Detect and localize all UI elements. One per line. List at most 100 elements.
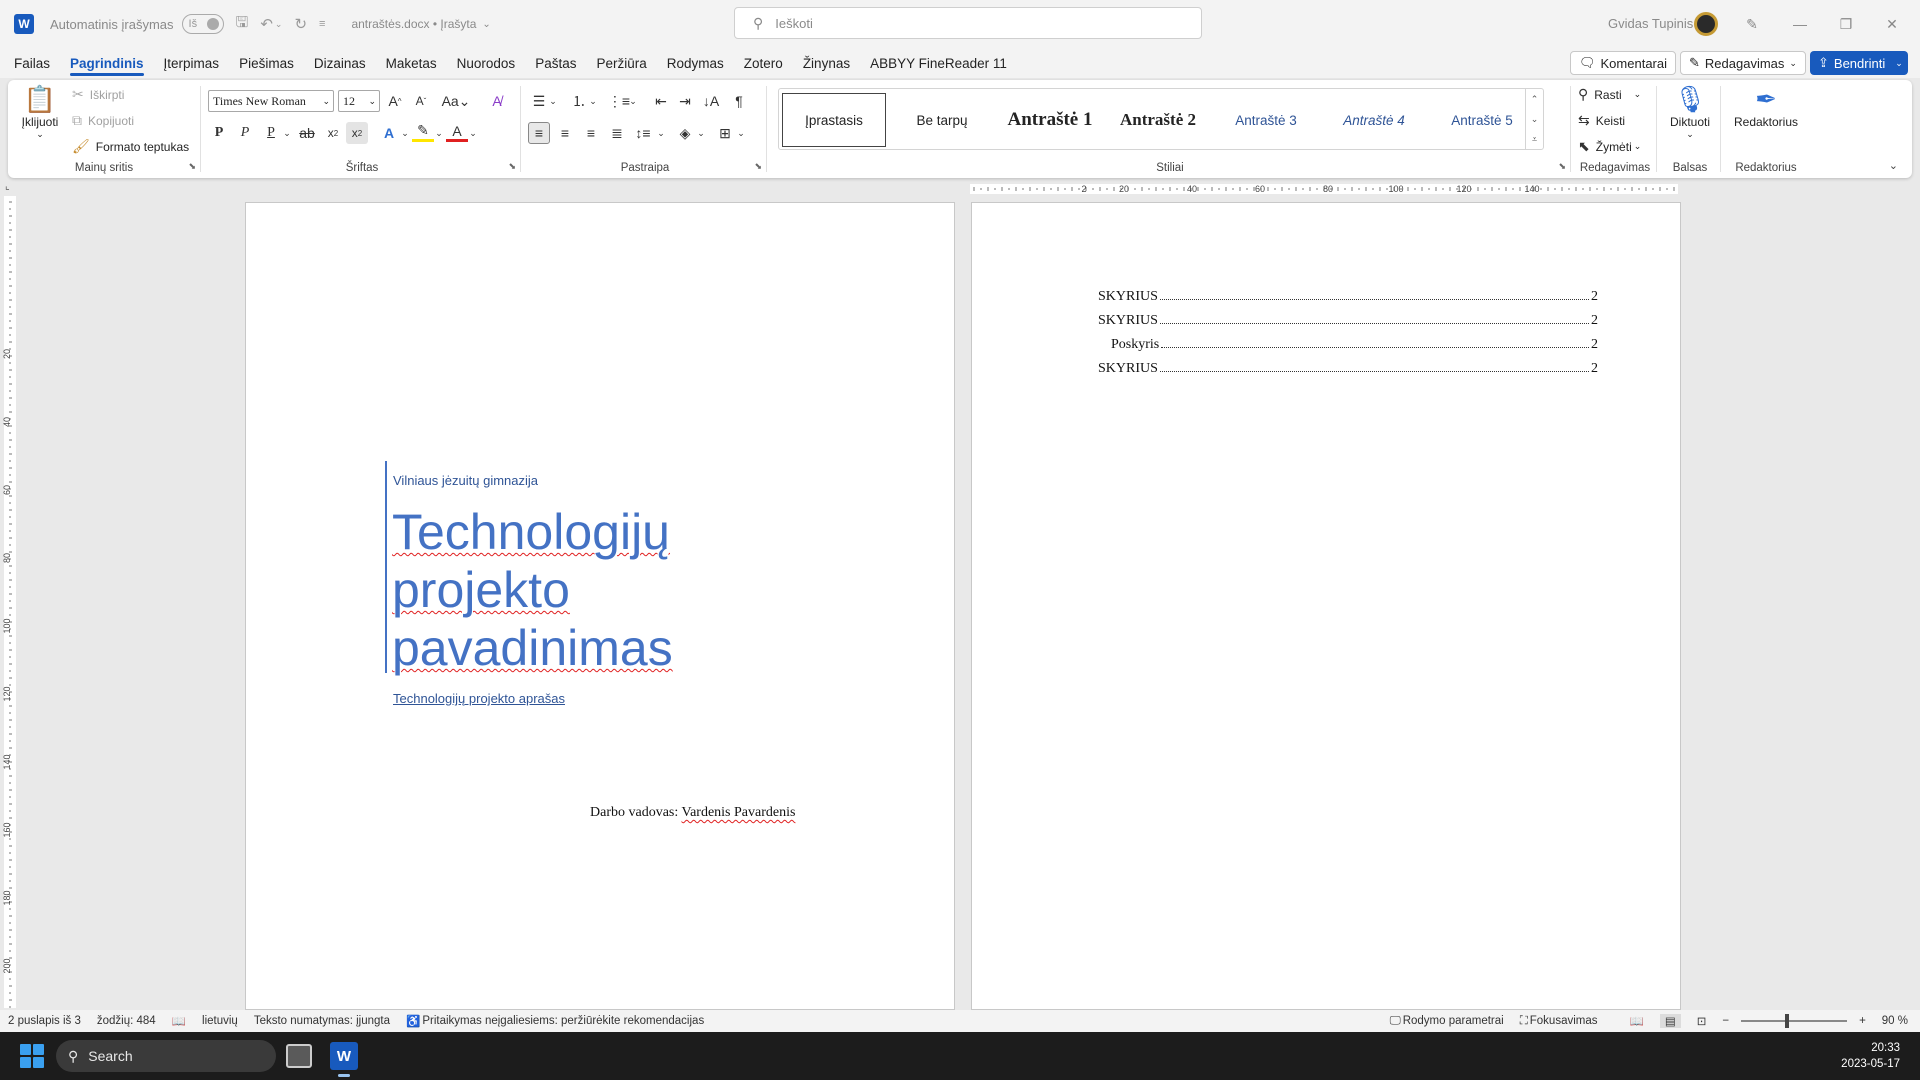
find-button[interactable]: ⚲ Rasti ⌄: [1578, 86, 1641, 103]
dictate-button[interactable]: 🎙 Diktuoti ⌄: [1664, 84, 1716, 140]
show-formatting-icon[interactable]: ¶: [728, 90, 750, 112]
undo-dropdown-icon[interactable]: ⌄: [275, 19, 283, 30]
minimize-button[interactable]: —: [1778, 10, 1822, 38]
subscript-icon[interactable]: x2: [322, 122, 344, 144]
display-settings[interactable]: Rodymo parametrai: [1403, 1015, 1504, 1027]
strikethrough-icon[interactable]: ab: [296, 122, 318, 144]
more-styles-icon[interactable]: ⩡: [1532, 134, 1537, 145]
style-heading-3[interactable]: Antraštė 3: [1214, 93, 1318, 147]
justify-icon[interactable]: ≣: [606, 122, 628, 144]
word-count[interactable]: žodžių: 484: [97, 1015, 156, 1027]
zoom-level[interactable]: 90 %: [1882, 1015, 1908, 1027]
chevron-down-icon[interactable]: ⌄: [650, 122, 672, 144]
word-taskbar-icon[interactable]: W: [330, 1042, 358, 1070]
scroll-down-icon[interactable]: ⌄: [1531, 114, 1539, 125]
font-size-select[interactable]: 12 ⌄: [338, 90, 380, 112]
chevron-down-icon[interactable]: ⌄: [542, 90, 564, 112]
search-input[interactable]: ⚲ Ieškoti: [734, 7, 1202, 39]
chevron-down-icon[interactable]: ⌄: [730, 122, 752, 144]
style-normal[interactable]: Įprastasis: [782, 93, 886, 147]
sort-icon[interactable]: ↓A: [700, 90, 722, 112]
share-button[interactable]: ⇪ Bendrinti ⌄: [1810, 51, 1908, 75]
clear-formatting-icon[interactable]: A̸: [486, 90, 508, 112]
tab-selector-icon[interactable]: ⌞: [5, 181, 10, 192]
project-subtitle[interactable]: Technologijų projekto aprašas: [393, 691, 565, 706]
document-title[interactable]: antraštės.docx • Įrašyta: [351, 17, 476, 31]
pen-icon[interactable]: ✎: [1730, 10, 1774, 38]
change-case-icon[interactable]: Aa⌄: [440, 90, 472, 112]
web-layout-icon[interactable]: ⊡: [1697, 1014, 1707, 1028]
dialog-launcher-icon[interactable]: ⬊: [754, 161, 762, 172]
supervisor-line[interactable]: Darbo vadovas: Vardenis Pavardenis: [590, 805, 795, 821]
zoom-slider[interactable]: [1741, 1014, 1848, 1028]
toc-entry[interactable]: Poskyris 2: [1111, 337, 1598, 353]
read-mode-icon[interactable]: 📖: [1630, 1014, 1644, 1028]
toc-entry[interactable]: SKYRIUS 2: [1098, 313, 1598, 329]
user-name[interactable]: Gvidas Tupinis: [1608, 16, 1693, 31]
tab-mailings[interactable]: Paštas: [535, 48, 576, 78]
chevron-down-icon[interactable]: ⌄: [462, 122, 484, 144]
system-clock[interactable]: 20:33 2023-05-17: [1841, 1040, 1900, 1072]
grow-font-icon[interactable]: A ^: [384, 90, 406, 112]
vertical-ruler[interactable]: 20 40 60 80 100 120 140 160 180 200: [0, 196, 22, 1008]
decrease-indent-icon[interactable]: ⇤: [650, 90, 672, 112]
tab-insert[interactable]: Įterpimas: [164, 48, 220, 78]
tab-home[interactable]: Pagrindinis: [70, 48, 144, 78]
tab-abbyy[interactable]: ABBYY FineReader 11: [870, 48, 1007, 78]
collapse-ribbon-icon[interactable]: ⌄: [1889, 159, 1898, 172]
windows-start-icon[interactable]: [20, 1044, 44, 1068]
style-heading-1[interactable]: Antraštė 1: [998, 93, 1102, 147]
style-no-spacing[interactable]: Be tarpų: [890, 93, 994, 147]
bold-button[interactable]: P: [208, 122, 230, 144]
tab-file[interactable]: Failas: [14, 48, 50, 78]
style-heading-4[interactable]: Antraštė 4: [1322, 93, 1426, 147]
style-heading-2[interactable]: Antraštė 2: [1106, 93, 1210, 147]
cut-button[interactable]: ✂ Iškirpti: [72, 86, 124, 103]
superscript-icon[interactable]: x2: [346, 122, 368, 144]
select-button[interactable]: ⬉ Žymėti ⌄: [1578, 138, 1641, 155]
tab-zotero[interactable]: Zotero: [744, 48, 783, 78]
dialog-launcher-icon[interactable]: ⬊: [188, 161, 196, 172]
proofing-icon[interactable]: 📖: [172, 1014, 186, 1028]
replace-button[interactable]: ⇆ Keisti: [1578, 112, 1625, 129]
increase-indent-icon[interactable]: ⇥: [674, 90, 696, 112]
dialog-launcher-icon[interactable]: ⬊: [508, 161, 516, 172]
chevron-down-icon[interactable]: ⌄: [690, 122, 712, 144]
paste-button[interactable]: 📋 Įklijuoti ⌄: [20, 84, 60, 140]
align-right-icon[interactable]: ≡: [580, 122, 602, 144]
customize-qat-icon[interactable]: ≡: [319, 18, 325, 30]
scroll-up-icon[interactable]: ⌃: [1531, 94, 1539, 105]
chevron-down-icon[interactable]: ⌄: [582, 90, 604, 112]
font-name-select[interactable]: Times New Roman ⌄: [208, 90, 334, 112]
tab-layout[interactable]: Maketas: [386, 48, 437, 78]
style-heading-5[interactable]: Antraštė 5: [1430, 93, 1534, 147]
tab-references[interactable]: Nuorodos: [457, 48, 516, 78]
print-layout-icon[interactable]: ▤: [1659, 1014, 1681, 1028]
text-prediction[interactable]: Teksto numatymas: įjungta: [254, 1015, 390, 1027]
avatar[interactable]: [1694, 12, 1718, 36]
dialog-launcher-icon[interactable]: ⬊: [1558, 161, 1566, 172]
redo-icon[interactable]: ↻: [294, 15, 307, 33]
tab-view[interactable]: Rodymas: [667, 48, 724, 78]
tab-design[interactable]: Dizainas: [314, 48, 366, 78]
task-view-icon[interactable]: [286, 1044, 312, 1068]
project-title[interactable]: Technologijų projekto pavadinimas: [392, 503, 832, 677]
tab-draw[interactable]: Piešimas: [239, 48, 294, 78]
page-count[interactable]: 2 puslapis iš 3: [8, 1015, 81, 1027]
zoom-slider-thumb[interactable]: [1785, 1014, 1790, 1028]
align-left-icon[interactable]: ≡: [528, 122, 550, 144]
comments-button[interactable]: 🗨 Komentarai: [1570, 51, 1676, 75]
toc-entry[interactable]: SKYRIUS 2: [1098, 289, 1598, 305]
school-name[interactable]: Vilniaus jėzuitų gimnazija: [393, 473, 538, 488]
chevron-down-icon[interactable]: ⌄: [622, 90, 644, 112]
copy-button[interactable]: ⧉ Kopijuoti: [72, 112, 134, 129]
tab-help[interactable]: Žinynas: [803, 48, 850, 78]
shrink-font-icon[interactable]: Aˇ: [410, 90, 432, 112]
page-cover[interactable]: Vilniaus jėzuitų gimnazija Technologijų …: [245, 202, 955, 1010]
editor-button[interactable]: ✒ Redaktorius: [1726, 84, 1806, 129]
page-toc[interactable]: SKYRIUS 2 SKYRIUS 2 Poskyris 2 SKYRIUS 2: [971, 202, 1681, 1010]
language-label[interactable]: lietuvių: [202, 1015, 238, 1027]
close-button[interactable]: ✕: [1870, 10, 1914, 38]
save-icon[interactable]: 🖫: [236, 12, 249, 37]
chevron-down-icon[interactable]: ⌄: [276, 122, 298, 144]
